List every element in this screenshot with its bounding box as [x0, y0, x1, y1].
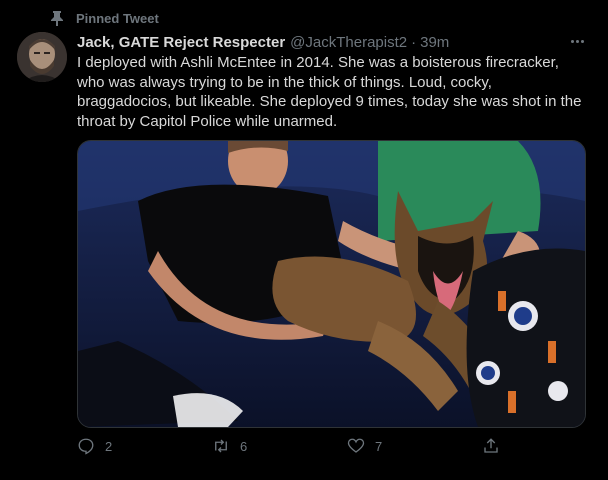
- like-button[interactable]: 7: [347, 437, 382, 455]
- like-icon: [347, 438, 365, 453]
- more-options-icon[interactable]: [567, 34, 587, 48]
- tweet-header: Jack, GATE Reject Respecter @JackTherapi…: [77, 32, 587, 52]
- tweet-text: I deployed with Ashli McEntee in 2014. S…: [77, 54, 582, 130]
- reply-count: 2: [105, 438, 113, 454]
- display-name[interactable]: Jack, GATE Reject Respecter: [77, 34, 285, 51]
- timestamp[interactable]: 39m: [420, 34, 449, 51]
- separator-dot: ·: [411, 33, 417, 51]
- action-bar: 2 6 7: [77, 436, 517, 456]
- retweet-count: 6: [240, 438, 248, 454]
- share-icon: [484, 438, 498, 453]
- user-handle[interactable]: @JackTherapist2: [290, 34, 407, 51]
- like-count: 7: [375, 438, 383, 454]
- tweet-photo[interactable]: [77, 140, 586, 428]
- tweet-card[interactable]: Pinned Tweet Jack, GATE Reject Respecter…: [0, 0, 608, 480]
- retweet-icon: [215, 439, 227, 453]
- pinned-label: Pinned Tweet: [76, 10, 159, 26]
- share-button[interactable]: [482, 437, 500, 455]
- reply-icon: [78, 438, 94, 455]
- reply-button[interactable]: 2: [77, 437, 112, 455]
- pin-icon: [51, 11, 63, 26]
- retweet-button[interactable]: 6: [212, 437, 247, 455]
- avatar[interactable]: [17, 32, 67, 82]
- pinned-indicator: Pinned Tweet: [50, 9, 159, 27]
